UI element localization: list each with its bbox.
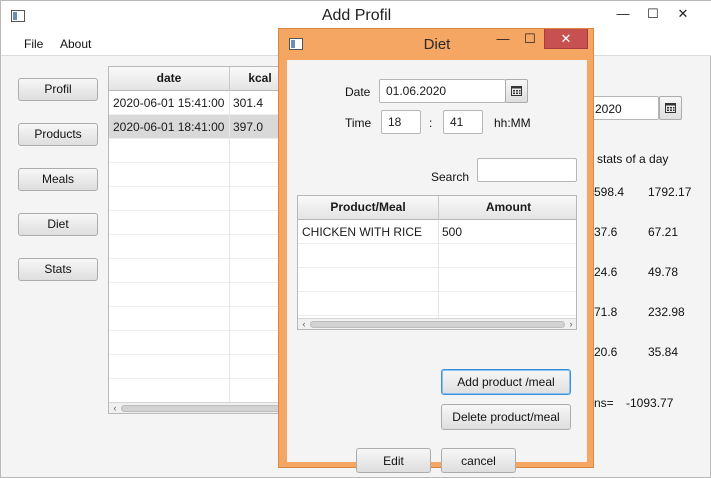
table-header: Product/Meal Amount xyxy=(298,196,576,220)
stat-value: 232.98 xyxy=(648,305,685,319)
stat-value: 598.4 xyxy=(594,185,625,199)
window-title: Add Profil xyxy=(321,7,392,24)
stats-date-value: 2020 xyxy=(595,102,622,116)
stat-value: 71.8 xyxy=(594,305,618,319)
scroll-left-icon[interactable]: ‹ xyxy=(110,403,120,413)
table-row[interactable]: 2020-06-01 15:41:00 301.4 xyxy=(109,91,282,115)
sum-value: -1093.77 xyxy=(626,396,674,410)
stat-value: 37.6 xyxy=(594,225,618,239)
time-format-label: hh:MM xyxy=(494,116,531,130)
stat-value: 24.6 xyxy=(594,265,618,279)
nav-meals-button[interactable]: Meals xyxy=(18,168,98,191)
calendar-icon xyxy=(665,103,676,113)
empty-row xyxy=(109,307,282,331)
empty-row xyxy=(109,163,282,187)
cell-date: 2020-06-01 18:41:00 xyxy=(113,120,225,134)
stats-date-picker-button[interactable] xyxy=(659,96,682,120)
cell-product: CHICKEN WITH RICE xyxy=(302,225,422,239)
diet-entries-table[interactable]: date kcal 2020-06-01 15:41:00 301.4 2020… xyxy=(108,66,283,414)
menu-file[interactable]: File xyxy=(24,37,43,51)
hour-input[interactable]: 18 xyxy=(381,110,421,134)
scroll-right-icon[interactable]: › xyxy=(566,319,576,329)
nav-profil-button[interactable]: Profil xyxy=(18,78,98,101)
edit-button[interactable]: Edit xyxy=(356,448,431,473)
horizontal-scrollbar[interactable]: ‹ xyxy=(109,402,282,413)
date-label: Date xyxy=(345,85,371,99)
empty-row xyxy=(109,259,282,283)
column-divider xyxy=(229,91,230,403)
stat-value: 67.21 xyxy=(648,225,679,239)
stat-value: 35.84 xyxy=(648,345,679,359)
column-header-amount[interactable]: Amount xyxy=(439,196,576,220)
cell-kcal: 301.4 xyxy=(233,96,264,110)
minute-input[interactable]: 41 xyxy=(443,110,483,134)
table-header: date kcal xyxy=(109,67,282,91)
empty-row xyxy=(109,283,282,307)
stats-heading: stats of a day xyxy=(597,152,669,166)
stat-value: 20.6 xyxy=(594,345,618,359)
date-input[interactable]: 01.06.2020 xyxy=(379,79,506,103)
dialog-body: Date 01.06.2020 Time 18 : 41 hh:MM Searc… xyxy=(287,60,587,473)
search-label: Search xyxy=(431,170,470,184)
scroll-thumb[interactable] xyxy=(121,405,281,412)
sum-label: ns= xyxy=(594,396,614,410)
empty-row xyxy=(109,235,282,259)
cell-amount: 500 xyxy=(442,225,463,239)
empty-row xyxy=(109,139,282,163)
cell-kcal: 397.0 xyxy=(233,120,264,134)
nav-products-button[interactable]: Products xyxy=(18,123,98,146)
nav-diet-button[interactable]: Diet xyxy=(18,213,98,236)
scroll-thumb[interactable] xyxy=(310,321,565,328)
close-button[interactable]: ✕ xyxy=(669,4,697,24)
time-label: Time xyxy=(345,116,372,130)
horizontal-scrollbar[interactable]: ‹ › xyxy=(298,318,576,329)
products-table[interactable]: Product/Meal Amount CHICKEN WITH RICE 50… xyxy=(297,195,577,330)
time-separator: : xyxy=(429,116,433,130)
column-header-kcal[interactable]: kcal xyxy=(230,67,282,91)
maximize-button[interactable]: ☐ xyxy=(639,4,667,24)
nav-stats-button[interactable]: Stats xyxy=(18,258,98,281)
dialog-close-button[interactable]: ✕ xyxy=(544,29,588,49)
dialog-maximize-button[interactable]: ☐ xyxy=(516,29,544,49)
delete-product-button[interactable]: Delete product/meal xyxy=(441,404,571,430)
stat-value: 49.78 xyxy=(648,265,679,279)
scroll-left-icon[interactable]: ‹ xyxy=(299,319,309,329)
empty-row xyxy=(109,331,282,355)
empty-row xyxy=(109,379,282,403)
search-input[interactable] xyxy=(477,158,577,182)
cancel-button[interactable]: cancel xyxy=(441,448,516,473)
stat-value: 1792.17 xyxy=(648,185,692,199)
add-product-button[interactable]: Add product /meal xyxy=(441,369,571,395)
menu-about[interactable]: About xyxy=(60,37,91,51)
empty-row xyxy=(109,355,282,379)
minimize-button[interactable]: — xyxy=(609,4,637,24)
empty-row xyxy=(109,211,282,235)
cell-date: 2020-06-01 15:41:00 xyxy=(113,96,225,110)
diet-dialog: Diet — ☐ ✕ Date 01.06.2020 Time 18 : 41 … xyxy=(278,28,594,473)
empty-row xyxy=(109,187,282,211)
dialog-minimize-button[interactable]: — xyxy=(489,29,517,49)
column-header-product[interactable]: Product/Meal xyxy=(298,196,438,220)
table-row-selected[interactable]: 2020-06-01 18:41:00 397.0 xyxy=(109,115,282,139)
date-picker-button[interactable] xyxy=(505,79,528,103)
column-divider xyxy=(438,220,439,318)
column-header-date[interactable]: date xyxy=(109,67,229,91)
stats-date-field[interactable]: 2020 xyxy=(584,96,659,120)
calendar-icon xyxy=(511,86,522,96)
